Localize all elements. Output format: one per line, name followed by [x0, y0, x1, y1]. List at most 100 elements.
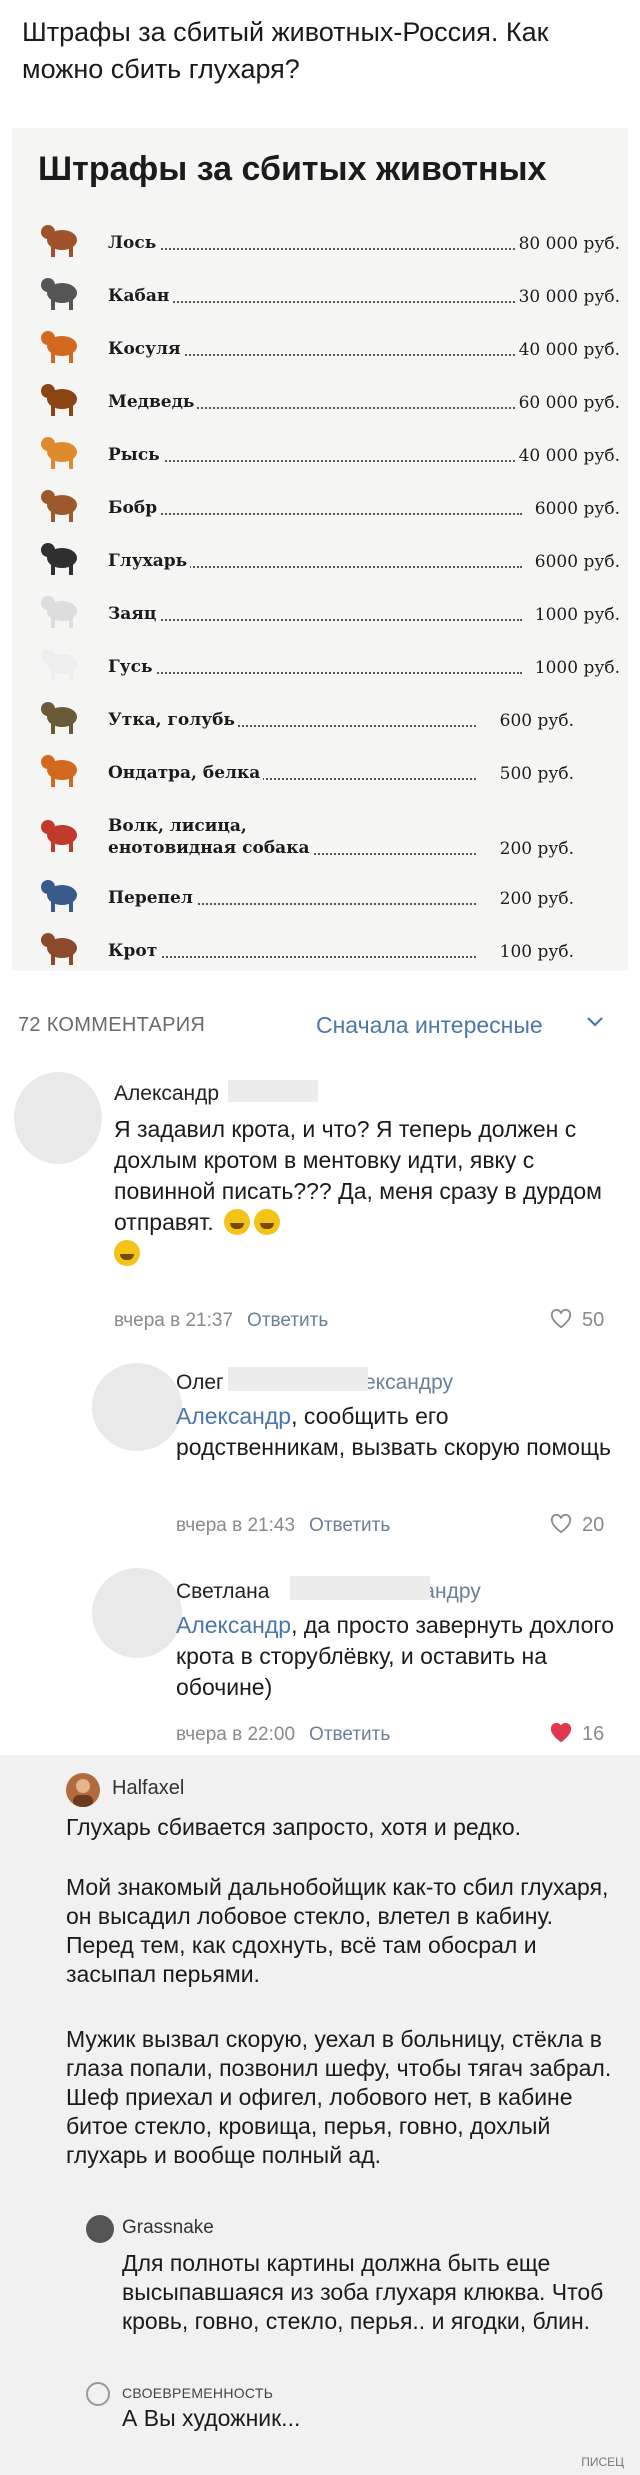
reply-button[interactable]: Ответить — [309, 1515, 390, 1536]
comments-count: 72 КОММЕНТАРИЯ — [18, 1014, 206, 1036]
fine-animal-name: Лось — [108, 232, 160, 254]
comment-time: вчера в 21:43 — [176, 1515, 296, 1536]
fine-amount: 1000 руб. — [526, 658, 620, 678]
comment-time: вчера в 21:37 — [114, 1310, 234, 1331]
redacted-name — [290, 1576, 430, 1600]
redacted-name — [228, 1367, 368, 1391]
rofl-emoji-icon — [254, 1209, 281, 1235]
reply-button[interactable]: Ответить — [309, 1724, 390, 1745]
goose-icon — [41, 649, 77, 681]
avatar[interactable] — [14, 1072, 102, 1164]
thread-paragraph: Мужик вызвал скорую, уехал в больницу, с… — [66, 2026, 612, 2168]
fine-animal-name: Кабан — [108, 285, 173, 307]
reply-text: А Вы художник... — [122, 2405, 301, 2431]
comment-meta: вчера в 21:37 Ответить — [114, 1310, 328, 1332]
rofl-emoji-icon — [114, 1240, 140, 1266]
sort-dropdown[interactable]: Сначала интересные — [316, 1012, 543, 1039]
fine-amount: 100 руб. — [480, 941, 574, 962]
reply-author[interactable]: Grassnake — [122, 2217, 214, 2239]
author-name: Светлана — [176, 1580, 270, 1603]
fine-row: Заяц 1000 руб. — [28, 583, 620, 633]
comment-body: Я задавил крота, и что? Я теперь должен … — [114, 1116, 602, 1235]
fine-animal-name: Бобр — [108, 497, 161, 519]
comment-author[interactable]: Александр — [114, 1082, 219, 1106]
author-name: Олег — [176, 1371, 224, 1394]
like-button[interactable]: 20 — [550, 1513, 604, 1537]
fox-icon — [41, 820, 77, 852]
fine-amount: 60 000 руб. — [514, 393, 620, 413]
chevron-down-icon[interactable] — [586, 1014, 604, 1028]
roe-deer-icon — [41, 331, 77, 363]
moose-icon — [41, 225, 77, 257]
like-count: 16 — [582, 1723, 605, 1745]
heart-icon — [550, 1513, 572, 1534]
fines-title: Штрафы за сбитых животных — [38, 150, 547, 188]
mole-icon — [41, 932, 77, 965]
comment-text: Александр, да просто завернуть дохлого к… — [176, 1610, 616, 1703]
fines-infographic: Штрафы за сбитых животных Лось 80 000 руб… — [12, 128, 628, 971]
avatar[interactable] — [92, 1568, 182, 1658]
watermark: ПИСЕЦ — [581, 2455, 624, 2469]
leader-dots — [110, 955, 476, 958]
avatar[interactable] — [86, 2382, 110, 2406]
avatar[interactable] — [92, 1363, 182, 1451]
fine-row: Утка, голубь 600 руб. — [28, 689, 620, 739]
fine-row: Перепел 200 руб. — [28, 867, 620, 917]
lynx-icon — [41, 437, 77, 469]
thread-paragraph: Мой знакомый дальнобойщик как-то сбил гл… — [66, 1874, 609, 1987]
thread-screenshot: Halfaxel Глухарь сбивается запросто, хот… — [0, 1755, 640, 2475]
avatar[interactable] — [86, 2215, 114, 2243]
quail-icon — [41, 879, 77, 912]
comment-text: Александр, сообщить его родственникам, в… — [176, 1401, 616, 1463]
comment-meta: вчера в 21:43 Ответить — [176, 1515, 390, 1537]
fine-row: Рысь 40 000 руб. — [28, 424, 620, 474]
avatar[interactable] — [66, 1773, 100, 1807]
heart-filled-icon — [550, 1722, 572, 1743]
mention-link[interactable]: Александр — [176, 1612, 291, 1638]
leader-dots — [110, 248, 522, 250]
mention-link[interactable]: Александр — [176, 1403, 291, 1429]
fine-amount: 200 руб. — [480, 839, 574, 859]
hare-icon — [41, 596, 77, 628]
like-button[interactable]: 50 — [550, 1308, 604, 1332]
fine-row: Медведь 60 000 руб. — [28, 371, 620, 421]
fine-animal-name: Заяц — [108, 603, 160, 625]
comment-reply: СветланаАлександру Александр, да просто … — [0, 1558, 640, 1758]
redacted-name — [228, 1080, 318, 1102]
leader-dots — [110, 619, 522, 621]
fine-amount: 80 000 руб. — [514, 234, 620, 254]
fine-row: Крот 100 руб. — [28, 920, 620, 970]
fine-row: Гусь 1000 руб. — [28, 636, 620, 686]
fine-amount: 6000 руб. — [526, 499, 620, 519]
reply-button[interactable]: Ответить — [247, 1310, 328, 1331]
comments-header: 72 КОММЕНТАРИЯ Сначала интересные — [0, 1000, 640, 1052]
fine-animal-name: Волк, лисица, енотовидная собака — [108, 815, 313, 859]
fine-row: Кабан 30 000 руб. — [28, 265, 620, 315]
boar-icon — [41, 278, 77, 310]
comment-time: вчера в 22:00 — [176, 1724, 296, 1745]
fine-animal-name: Медведь — [108, 391, 198, 413]
fine-row: Косуля 40 000 руб. — [28, 318, 620, 368]
fine-animal-name: Утка, голубь — [108, 709, 238, 731]
user-avatar-icon — [73, 1779, 93, 1807]
fine-animal-name: Крот — [108, 939, 161, 962]
reply-author[interactable]: СВОЕВРЕМЕННОСТЬ — [122, 2385, 273, 2401]
thread-author[interactable]: Halfaxel — [112, 1777, 184, 1800]
heart-icon — [550, 1308, 572, 1329]
squirrel-icon — [41, 755, 77, 787]
fine-amount: 30 000 руб. — [514, 287, 620, 307]
rofl-emoji-icon — [224, 1209, 251, 1235]
thread-paragraph: Глухарь сбивается запросто, хотя и редко… — [66, 1814, 522, 1840]
comment-text: Я задавил крота, и что? Я теперь должен … — [114, 1114, 614, 1269]
fine-row: Волк, лисица, енотовидная собака 200 руб. — [28, 795, 620, 867]
like-button[interactable]: 16 — [550, 1722, 605, 1746]
fine-amount: 500 руб. — [480, 764, 574, 784]
fine-animal-name: Гусь — [108, 656, 156, 678]
fine-animal-name: Косуля — [108, 338, 184, 360]
capercaillie-icon — [41, 543, 77, 575]
fine-amount: 40 000 руб. — [514, 340, 620, 360]
leader-dots — [110, 460, 522, 462]
fine-row: Глухарь 6000 руб. — [28, 530, 620, 580]
fine-row: Лось 80 000 руб. — [28, 212, 620, 262]
leader-dots — [110, 672, 522, 674]
